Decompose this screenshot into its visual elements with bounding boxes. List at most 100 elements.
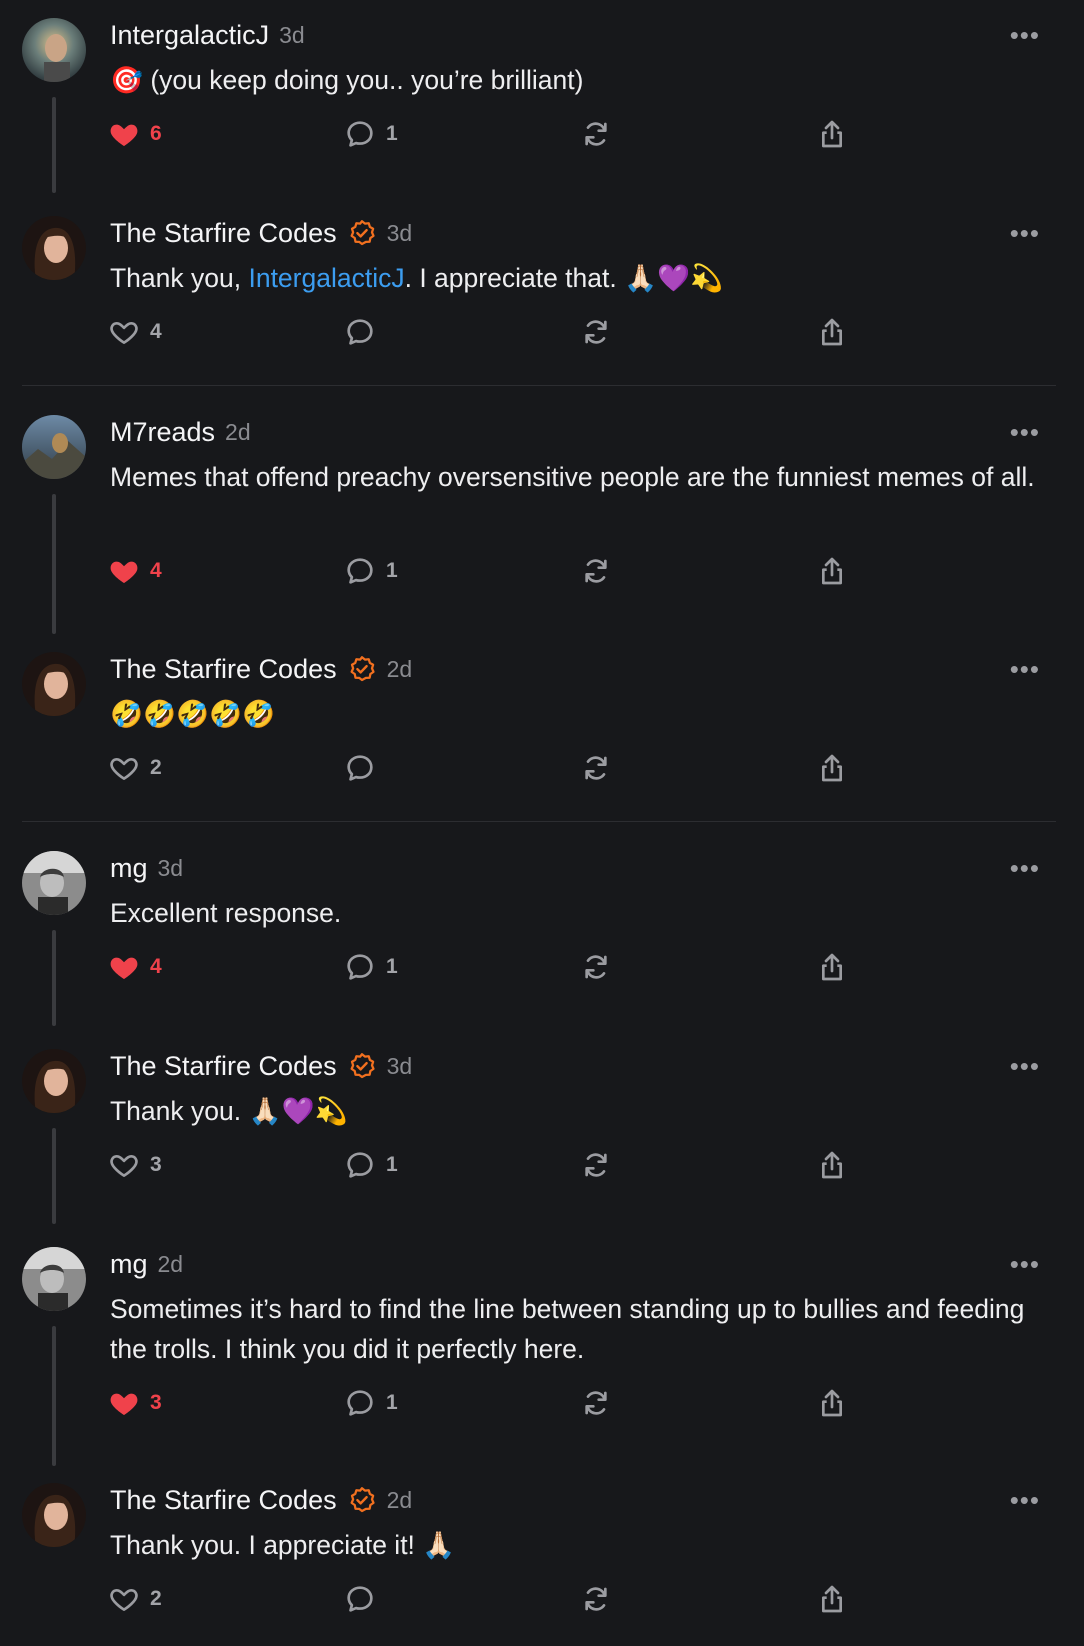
- reply-button[interactable]: [344, 1583, 376, 1615]
- like-count: 4: [150, 955, 162, 978]
- share-icon: [822, 1151, 842, 1179]
- verified-check-icon: [350, 219, 375, 245]
- comment-actions: 4: [108, 316, 868, 352]
- like-count: 2: [150, 756, 162, 779]
- comment-text: Excellent response.: [110, 898, 342, 928]
- share-icon: [822, 754, 842, 782]
- repost-icon: [585, 955, 607, 979]
- thread-divider: [22, 821, 1056, 822]
- thread-line: [52, 1128, 56, 1224]
- repost-button[interactable]: [580, 118, 612, 150]
- author-name[interactable]: The Starfire Codes: [110, 1485, 337, 1516]
- reply-button[interactable]: [344, 316, 376, 348]
- like-button[interactable]: 2: [108, 752, 162, 784]
- repost-button[interactable]: [580, 316, 612, 348]
- avatar[interactable]: [22, 1483, 86, 1547]
- heart-icon: [110, 322, 138, 344]
- more-icon[interactable]: •••: [1010, 419, 1040, 445]
- avatar[interactable]: [22, 1247, 86, 1311]
- repost-button[interactable]: [580, 1387, 612, 1419]
- avatar[interactable]: [22, 216, 86, 280]
- share-button[interactable]: [816, 1387, 848, 1419]
- repost-button[interactable]: [580, 752, 612, 784]
- reply-button[interactable]: 1: [344, 951, 398, 983]
- repost-icon: [585, 559, 607, 583]
- repost-icon: [585, 122, 607, 146]
- share-button[interactable]: [816, 951, 848, 983]
- share-icon: [822, 557, 842, 585]
- like-button[interactable]: 2: [108, 1583, 162, 1615]
- reply-button[interactable]: 1: [344, 1149, 398, 1181]
- heart-icon: [110, 957, 138, 979]
- comment-text: 🎯 (you keep doing you.. you’re brilliant…: [110, 65, 584, 95]
- avatar[interactable]: [22, 652, 86, 716]
- more-icon[interactable]: •••: [1010, 1487, 1040, 1513]
- comment-icon: [347, 1390, 373, 1416]
- reply-button[interactable]: 1: [344, 555, 398, 587]
- reply-count: 1: [386, 122, 398, 145]
- like-count: 2: [150, 1587, 162, 1610]
- comment-icon: [347, 319, 373, 345]
- share-button[interactable]: [816, 555, 848, 587]
- author-name[interactable]: The Starfire Codes: [110, 218, 337, 249]
- author-name[interactable]: M7reads: [110, 417, 215, 448]
- like-count: 4: [150, 559, 162, 582]
- share-button[interactable]: [816, 316, 848, 348]
- share-button[interactable]: [816, 752, 848, 784]
- timestamp: 2d: [386, 656, 413, 682]
- like-count: 4: [150, 320, 162, 343]
- author-name[interactable]: The Starfire Codes: [110, 654, 337, 685]
- like-button[interactable]: 4: [108, 316, 162, 348]
- author-name[interactable]: The Starfire Codes: [110, 1051, 337, 1082]
- repost-icon: [585, 320, 607, 344]
- comment-icon: [347, 755, 373, 781]
- verified-check-icon: [350, 1486, 375, 1512]
- share-button[interactable]: [816, 1149, 848, 1181]
- more-icon[interactable]: •••: [1010, 220, 1040, 246]
- more-icon[interactable]: •••: [1010, 1053, 1040, 1079]
- more-icon[interactable]: •••: [1010, 656, 1040, 682]
- like-button[interactable]: 4: [108, 555, 162, 587]
- comment-actions: 4 1: [108, 555, 868, 591]
- like-count: 3: [150, 1391, 162, 1414]
- comment-icon: [347, 1152, 373, 1178]
- timestamp: 2d: [157, 1251, 184, 1277]
- heart-icon: [110, 561, 138, 583]
- timestamp: 3d: [279, 22, 305, 48]
- share-button[interactable]: [816, 1583, 848, 1615]
- share-button[interactable]: [816, 118, 848, 150]
- reply-count: 1: [386, 955, 398, 978]
- like-button[interactable]: 6: [108, 118, 162, 150]
- heart-icon: [110, 1393, 138, 1415]
- avatar[interactable]: [22, 851, 86, 915]
- comment-header: IntergalacticJ 3d: [110, 20, 305, 51]
- repost-button[interactable]: [580, 1149, 612, 1181]
- like-button[interactable]: 3: [108, 1149, 162, 1181]
- mention-link[interactable]: IntergalacticJ: [248, 263, 404, 293]
- like-button[interactable]: 3: [108, 1387, 162, 1419]
- comment-header: The Starfire Codes 2d: [110, 654, 412, 685]
- repost-button[interactable]: [580, 951, 612, 983]
- comment-actions: 2: [108, 1583, 868, 1619]
- author-name[interactable]: mg: [110, 1249, 148, 1280]
- heart-icon: [110, 124, 138, 146]
- more-icon[interactable]: •••: [1010, 855, 1040, 881]
- comment-icon: [347, 121, 373, 147]
- reply-button[interactable]: [344, 752, 376, 784]
- reply-button[interactable]: 1: [344, 1387, 398, 1419]
- avatar[interactable]: [22, 415, 86, 479]
- reply-button[interactable]: 1: [344, 118, 398, 150]
- avatar[interactable]: [22, 1049, 86, 1113]
- comment-header: mg 2d: [110, 1249, 183, 1280]
- avatar[interactable]: [22, 18, 86, 82]
- repost-button[interactable]: [580, 1583, 612, 1615]
- comment-header: The Starfire Codes 2d: [110, 1485, 412, 1516]
- author-name[interactable]: IntergalacticJ: [110, 20, 269, 51]
- more-icon[interactable]: •••: [1010, 1251, 1040, 1277]
- like-button[interactable]: 4: [108, 951, 162, 983]
- author-name[interactable]: mg: [110, 853, 148, 884]
- share-icon: [822, 318, 842, 346]
- more-icon[interactable]: •••: [1010, 22, 1040, 48]
- repost-button[interactable]: [580, 555, 612, 587]
- comment-icon: [347, 1586, 373, 1612]
